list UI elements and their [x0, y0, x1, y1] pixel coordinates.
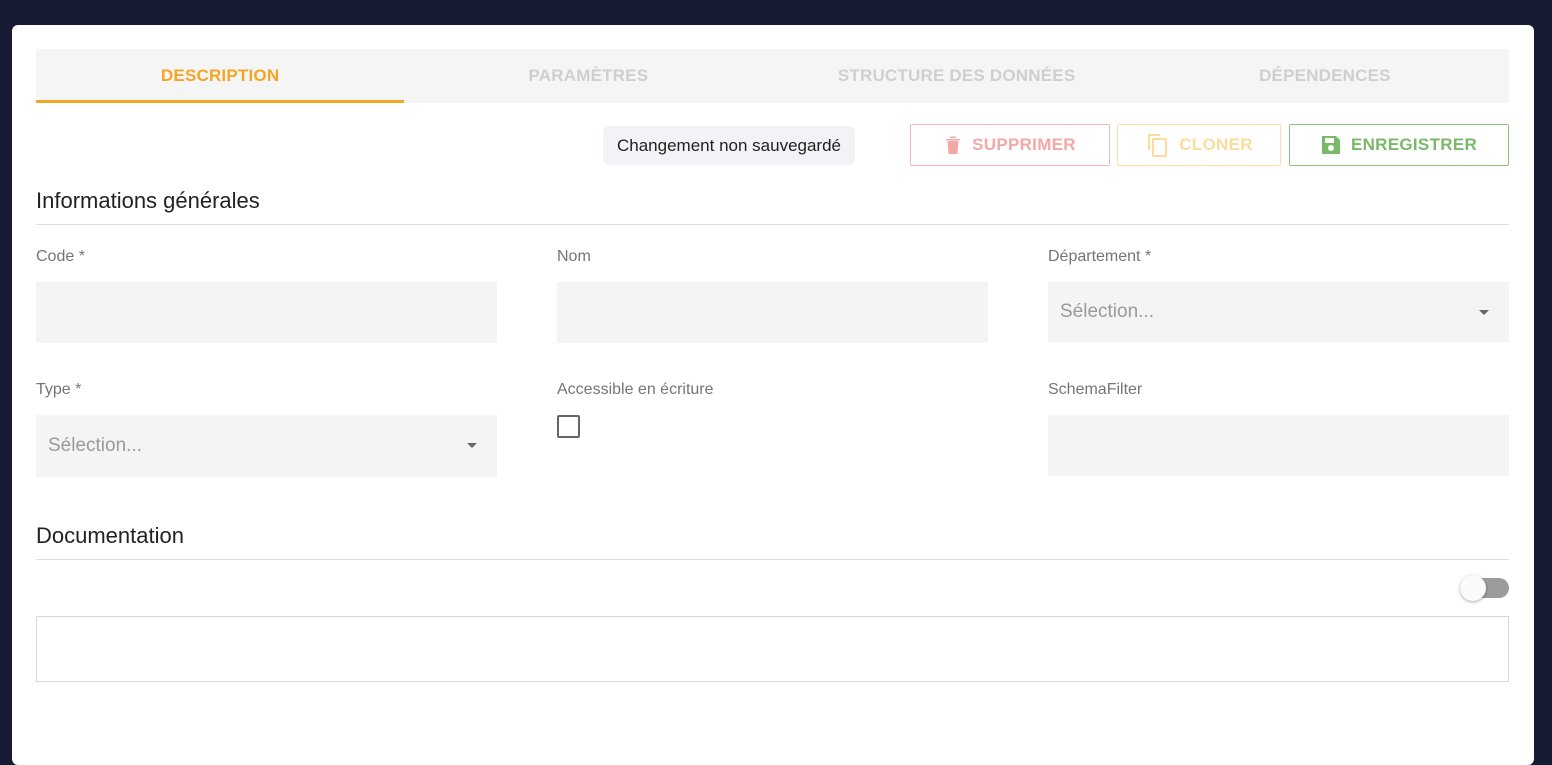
department-select-value: Sélection...	[1060, 301, 1154, 322]
clone-button-label: CLONER	[1179, 135, 1253, 154]
code-input[interactable]	[36, 282, 497, 343]
tab-structure-donnees[interactable]: STRUCTURE DES DONNÉES	[773, 49, 1141, 103]
save-button[interactable]: ENREGISTRER	[1289, 124, 1509, 166]
tab-bar: DESCRIPTION PARAMÈTRES STRUCTURE DES DON…	[36, 49, 1509, 103]
copy-icon	[1145, 132, 1169, 158]
type-label: Type *	[36, 381, 82, 398]
schema-filter-input[interactable]	[1048, 415, 1509, 476]
unsaved-changes-badge: Changement non sauvegardé	[603, 126, 855, 165]
section-title-general: Informations générales	[36, 188, 260, 213]
caret-down-icon	[1479, 310, 1489, 315]
caret-down-icon	[467, 443, 477, 448]
code-label: Code *	[36, 248, 85, 265]
writable-checkbox[interactable]	[557, 415, 580, 438]
section-divider-documentation	[36, 559, 1509, 560]
delete-button-label: SUPPRIMER	[972, 135, 1076, 154]
type-select[interactable]: Sélection...	[36, 415, 497, 477]
section-divider-general	[36, 224, 1509, 225]
department-label: Département *	[1048, 248, 1152, 265]
floppy-icon	[1321, 135, 1341, 155]
documentation-toggle-thumb[interactable]	[1460, 575, 1486, 601]
tab-dependences[interactable]: DÉPENDENCES	[1141, 49, 1509, 103]
type-select-value: Sélection...	[48, 435, 142, 456]
tab-parametres[interactable]: PARAMÈTRES	[404, 49, 772, 103]
trash-icon	[944, 135, 962, 155]
editor-card: DESCRIPTION PARAMÈTRES STRUCTURE DES DON…	[12, 25, 1534, 765]
name-label: Nom	[557, 248, 591, 265]
unsaved-changes-text: Changement non sauvegardé	[617, 135, 841, 155]
clone-button[interactable]: CLONER	[1117, 124, 1281, 166]
tab-description[interactable]: DESCRIPTION	[36, 49, 405, 103]
save-button-label: ENREGISTRER	[1350, 135, 1478, 154]
name-input[interactable]	[557, 282, 988, 343]
delete-button[interactable]: SUPPRIMER	[910, 124, 1110, 166]
department-select[interactable]: Sélection...	[1048, 282, 1509, 342]
section-title-documentation: Documentation	[36, 523, 184, 548]
documentation-editor[interactable]	[36, 616, 1509, 682]
schema-filter-label: SchemaFilter	[1048, 381, 1143, 398]
writable-label: Accessible en écriture	[557, 381, 714, 398]
